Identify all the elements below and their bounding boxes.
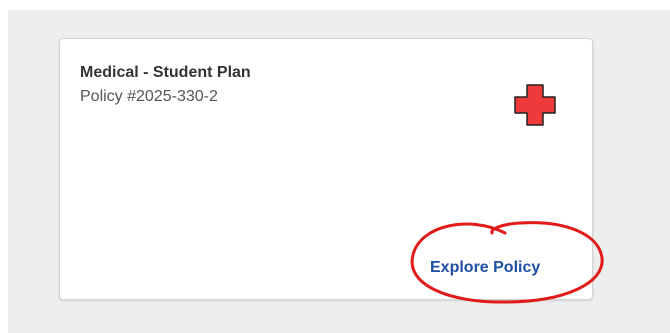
policy-title: Medical - Student Plan [80,64,251,81]
explore-policy-link[interactable]: Explore Policy [430,259,540,277]
medical-cross-icon [514,84,556,126]
policy-card: Medical - Student Plan Policy #2025-330-… [59,38,593,300]
policy-number: Policy #2025-330-2 [80,88,218,105]
